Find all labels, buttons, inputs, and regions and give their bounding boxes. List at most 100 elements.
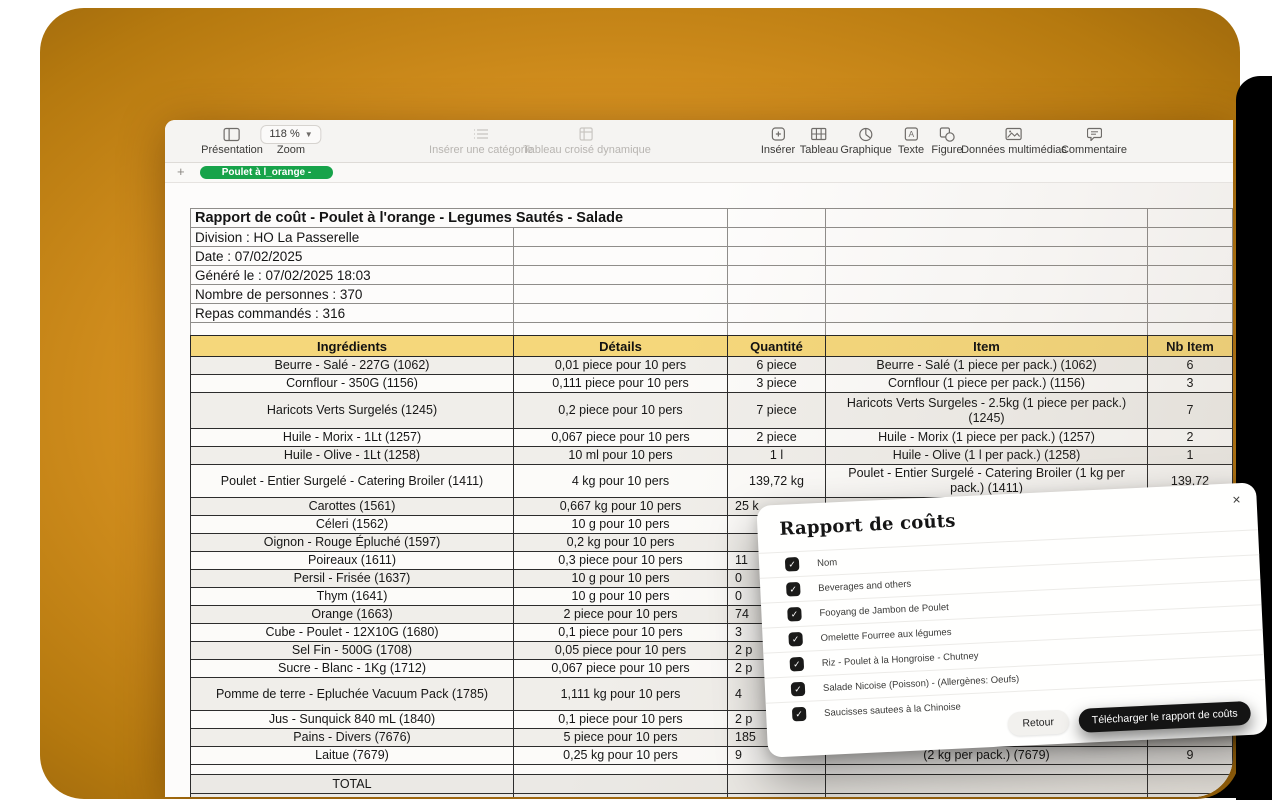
table-cell: 1 l (728, 447, 826, 465)
insert-category-label: Insérer une catégorie (429, 144, 533, 156)
empty-cell (1148, 228, 1233, 247)
table-row: Haricots Verts Surgelés (1245)0,2 piece … (191, 393, 1233, 429)
table-cell: Orange (1663) (191, 606, 514, 624)
comment-label: Commentaire (1061, 144, 1127, 156)
report-meta-row: Date : 07/02/2025 (191, 247, 1233, 266)
empty-cell (514, 266, 728, 285)
checkbox-checked-icon[interactable]: ✓ (785, 557, 800, 572)
col-details: Détails (514, 336, 728, 357)
table-button[interactable]: Tableau (800, 125, 839, 156)
table-cell: Oignon - Rouge Épluché (1597) (191, 534, 514, 552)
empty-cell (728, 285, 826, 304)
sheet-tab[interactable]: Poulet à l_orange - (200, 166, 333, 179)
table-cell: Pomme de terre - Epluchée Vacuum Pack (1… (191, 678, 514, 711)
comment-button[interactable]: Commentaire (1061, 125, 1127, 156)
insert-button[interactable]: Insérer (761, 125, 795, 156)
table-cell: 10 g pour 10 pers (514, 588, 728, 606)
checkbox-checked-icon[interactable]: ✓ (787, 607, 802, 622)
table-cell: Poulet - Entier Surgelé - Catering Broil… (191, 465, 514, 498)
report-meta: Division : HO La Passerelle (191, 228, 514, 247)
report-meta-row: Nombre de personnes : 370 (191, 285, 1233, 304)
col-item: Item (826, 336, 1148, 357)
empty-cell (1148, 285, 1233, 304)
close-icon[interactable]: × (1232, 491, 1241, 507)
empty-cell (1148, 304, 1233, 323)
report-meta: Nombre de personnes : 370 (191, 285, 514, 304)
empty-cell (728, 775, 826, 794)
table-cell: 0,05 piece pour 10 pers (514, 642, 728, 660)
table-cell: Cube - Poulet - 12X10G (1680) (191, 624, 514, 642)
back-button[interactable]: Retour (1007, 709, 1070, 736)
checkbox-checked-icon[interactable]: ✓ (786, 582, 801, 597)
pivot-table-label: Tableau croisé dynamique (523, 144, 651, 156)
empty-cell (728, 304, 826, 323)
table-cell: Sel Fin - 500G (1708) (191, 642, 514, 660)
table-cell: 2 (1148, 429, 1233, 447)
zoom-control[interactable]: 118 % ▼ Zoom (260, 125, 321, 156)
table-cell: Cornflour (1 piece per pack.) (1156) (826, 375, 1148, 393)
empty-cell (826, 247, 1148, 266)
empty-cell (1148, 247, 1233, 266)
table-cell: 0,111 piece pour 10 pers (514, 375, 728, 393)
table-cell: Céleri (1562) (191, 516, 514, 534)
toolbar: Présentation 118 % ▼ Zoom Insérer (165, 120, 1233, 163)
presentation-button[interactable]: Présentation (201, 125, 263, 156)
table-cell: 9 (1148, 747, 1233, 765)
empty-cell (826, 323, 1148, 336)
spacer-row (191, 765, 1233, 775)
checkbox-checked-icon[interactable]: ✓ (792, 707, 807, 722)
page: Présentation 118 % ▼ Zoom Insérer (0, 0, 1272, 800)
report-meta-row: Repas commandés : 316 (191, 304, 1233, 323)
table-cell: 3 (1148, 375, 1233, 393)
empty-cell (514, 228, 728, 247)
table-row: Laitue (7679)0,25 kg pour 10 pers9(2 kg … (191, 747, 1233, 765)
table-cell: Beurre - Salé (1 piece per pack.) (1062) (826, 357, 1148, 375)
shape-button[interactable]: Figure (931, 125, 962, 156)
report-meta: Repas commandés : 316 (191, 304, 514, 323)
table-cell: 0,25 kg pour 10 pers (514, 747, 728, 765)
chevron-down-icon: ▼ (305, 130, 313, 139)
checkbox-checked-icon[interactable]: ✓ (791, 682, 806, 697)
checkbox-checked-icon[interactable]: ✓ (790, 657, 805, 672)
empty-cell (728, 228, 826, 247)
table-cell: Sucre - Blanc - 1Kg (1712) (191, 660, 514, 678)
zoom-value: 118 % (269, 128, 299, 140)
table-row: Huile - Morix - 1Lt (1257)0,067 piece po… (191, 429, 1233, 447)
empty-cell (826, 285, 1148, 304)
meal-option-label: Salade Nicoise (Poisson) - (Allergènes: … (823, 673, 1020, 693)
table-cell: 7 piece (728, 393, 826, 429)
meal-option-label: Nom (817, 557, 838, 569)
report-meta: Généré le : 07/02/2025 18:03 (191, 266, 514, 285)
presentation-label: Présentation (201, 144, 263, 156)
media-icon (961, 125, 1067, 143)
report-meta: Date : 07/02/2025 (191, 247, 514, 266)
report-info-table: Rapport de coût - Poulet à l'orange - Le… (190, 208, 1233, 336)
pivot-grid-icon (523, 125, 651, 143)
empty-cell (514, 775, 728, 794)
insert-label: Insérer (761, 144, 795, 156)
empty-cell (826, 794, 1148, 798)
insert-category-button: Insérer une catégorie (429, 125, 533, 156)
zoom-dropdown[interactable]: 118 % ▼ (260, 125, 321, 144)
meal-checkbox-list: ✓Nom✓Beverages and others✓Fooyang de Jam… (759, 529, 1267, 727)
chart-button[interactable]: Graphique (840, 125, 891, 156)
col-ingredients: Ingrédients (191, 336, 514, 357)
text-button[interactable]: A Texte (898, 125, 924, 156)
media-button[interactable]: Données multimédias (961, 125, 1067, 156)
total-label: TOTAL (191, 775, 514, 794)
table-cell: Carottes (1561) (191, 498, 514, 516)
text-label: Texte (898, 144, 924, 156)
table-cell: Huile - Morix (1 piece per pack.) (1257) (826, 429, 1148, 447)
meal-option-label: Beverages and others (818, 578, 911, 593)
add-sheet-button[interactable]: + (177, 164, 185, 180)
report-title-row: Rapport de coût - Poulet à l'orange - Le… (191, 209, 1233, 228)
chart-icon (840, 125, 891, 143)
table-row: Huile - Olive - 1Lt (1258)10 ml pour 10 … (191, 447, 1233, 465)
table-cell: 1,111 kg pour 10 pers (514, 678, 728, 711)
checkbox-checked-icon[interactable]: ✓ (788, 632, 803, 647)
col-quantity: Quantité (728, 336, 826, 357)
table-cell: Beurre - Salé - 227G (1062) (191, 357, 514, 375)
table-cell: 1 (1148, 447, 1233, 465)
table-label: Tableau (800, 144, 839, 156)
meal-option-label: Omelette Fourree aux légumes (820, 626, 951, 643)
